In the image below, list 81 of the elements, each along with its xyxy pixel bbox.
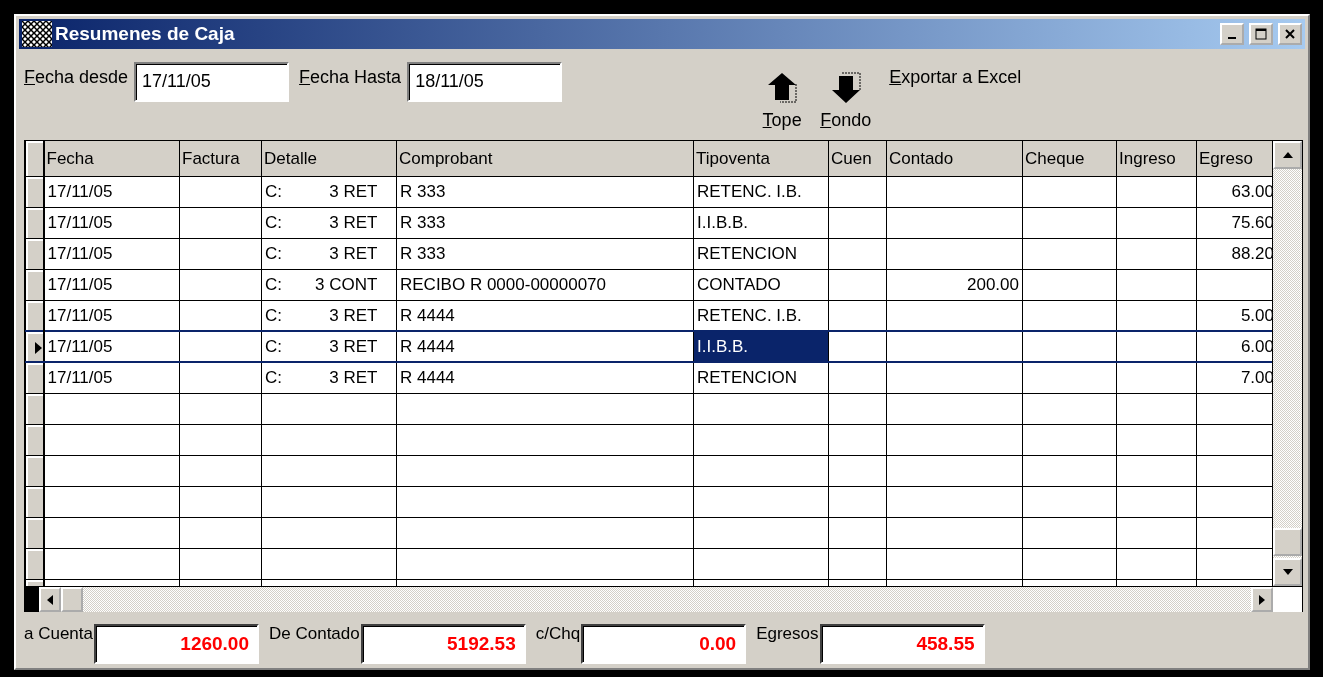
- total-field: 458.55: [819, 624, 985, 665]
- row-indicator[interactable]: [25, 238, 44, 270]
- row-indicator[interactable]: [25, 486, 44, 518]
- arrow-up-icon: [1281, 151, 1294, 160]
- column-header[interactable]: Egreso: [1196, 141, 1273, 177]
- table-cell: 17/11/05: [43, 331, 180, 363]
- row-indicator[interactable]: [25, 455, 44, 487]
- top-button[interactable]: Tope: [762, 61, 803, 131]
- table-cell: 200.00: [886, 269, 1023, 301]
- table-cell: 17/11/05: [43, 269, 180, 301]
- date-field[interactable]: 18/11/05: [407, 61, 563, 102]
- table-cell: C: 3 RET: [261, 362, 397, 394]
- table-cell: C: 3 RET: [261, 176, 397, 208]
- minimize-button[interactable]: [1220, 22, 1244, 45]
- table-cell: CONTADO: [693, 269, 829, 301]
- scrollbar-thumb[interactable]: [1273, 528, 1302, 557]
- total-field: 1260.00: [94, 624, 259, 665]
- arrow-right-icon: [1258, 593, 1266, 606]
- row-indicator[interactable]: [25, 207, 44, 239]
- field-label: Fecha Hasta: [299, 65, 402, 88]
- app-icon: [22, 20, 52, 47]
- table-cell: C: 3 RET: [261, 238, 397, 270]
- column-header[interactable]: Comprobant: [396, 141, 694, 177]
- total-label: De Contado: [269, 623, 360, 645]
- table-cell: C: 3 CONT: [261, 269, 397, 301]
- total-label: Egresos: [756, 623, 819, 645]
- table-cell: R 333: [396, 207, 694, 239]
- table-cell: RECIBO R 0000-00000070: [396, 269, 694, 301]
- maximize-button[interactable]: [1249, 22, 1273, 45]
- row-indicator[interactable]: [25, 362, 44, 394]
- table-cell: 17/11/05: [43, 207, 180, 239]
- selected-cell: I.I.B.B.: [693, 331, 829, 363]
- row-indicator[interactable]: [25, 393, 44, 425]
- table-cell: 17/11/05: [43, 362, 180, 394]
- column-header[interactable]: Ingreso: [1116, 141, 1197, 177]
- column-header[interactable]: Cheque: [1022, 141, 1117, 177]
- scroll-up-button[interactable]: [1273, 141, 1302, 170]
- minimize-icon: [1228, 36, 1236, 39]
- total-label: a Cuenta: [24, 623, 93, 645]
- table-cell: RETENCION: [693, 238, 829, 270]
- column-header[interactable]: Factura: [179, 141, 262, 177]
- table-cell: C: 3 RET: [261, 331, 397, 363]
- row-indicator[interactable]: [25, 331, 44, 363]
- close-icon: [1284, 27, 1296, 40]
- export-button[interactable]: Exportar a Excel: [889, 61, 1022, 88]
- scroll-left-button[interactable]: [39, 587, 61, 613]
- table-cell: RETENC. I.B.: [693, 176, 829, 208]
- column-header[interactable]: Tipoventa: [693, 141, 829, 177]
- close-button[interactable]: [1278, 22, 1302, 45]
- arrow-down-icon: [1281, 568, 1294, 577]
- maximize-icon: [1255, 27, 1267, 40]
- table-cell: C: 3 RET: [261, 207, 397, 239]
- row-indicator[interactable]: [25, 424, 44, 456]
- column-header[interactable]: Fecha: [43, 141, 180, 177]
- window-title: Resumenes de Caja: [55, 22, 236, 45]
- column-header[interactable]: Detalle: [261, 141, 397, 177]
- table-cell: 17/11/05: [43, 238, 180, 270]
- table-cell: R 333: [396, 238, 694, 270]
- table-cell: R 4444: [396, 331, 694, 363]
- field-label: Fecha desde: [24, 65, 129, 88]
- column-header[interactable]: Contado: [886, 141, 1023, 177]
- row-indicator[interactable]: [25, 548, 44, 580]
- table-cell: 17/11/05: [43, 176, 180, 208]
- total-label: c/Chq: [535, 623, 581, 645]
- row-indicator[interactable]: [25, 269, 44, 301]
- bottom-button[interactable]: Fondo: [820, 61, 872, 131]
- column-header[interactable]: Cuen: [828, 141, 887, 177]
- scrollbar-corner: [1273, 587, 1302, 613]
- table-cell: R 333: [396, 176, 694, 208]
- row-indicator[interactable]: [25, 517, 44, 549]
- total-field: 0.00: [581, 624, 747, 665]
- table-cell: I.I.B.B.: [693, 207, 829, 239]
- table-cell: RETENCION: [693, 362, 829, 394]
- arrow-left-icon: [46, 593, 54, 606]
- row-indicator[interactable]: [25, 176, 44, 208]
- date-field[interactable]: 17/11/05: [134, 61, 290, 102]
- scroll-down-button[interactable]: [1273, 558, 1302, 587]
- scroll-right-button[interactable]: [1251, 587, 1273, 613]
- scrollbar-thumb[interactable]: [61, 587, 83, 613]
- table-cell: R 4444: [396, 362, 694, 394]
- total-field: 5192.53: [360, 624, 526, 665]
